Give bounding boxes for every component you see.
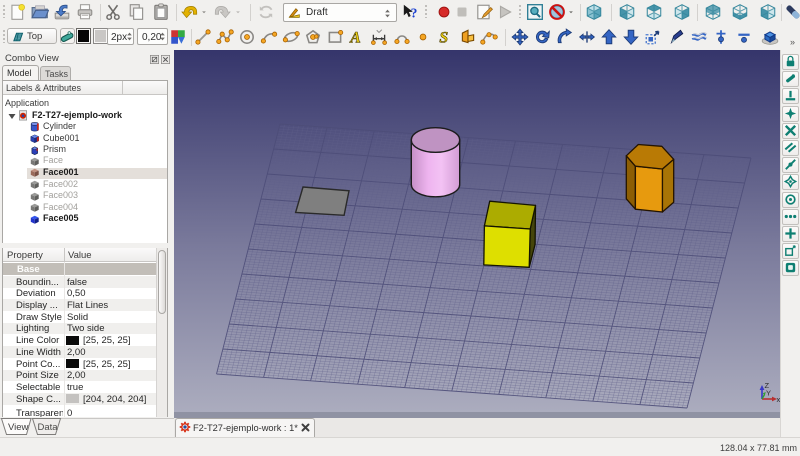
svg-text:?: ? (411, 6, 418, 21)
svg-text:S: S (439, 30, 448, 46)
svg-text:Data: Data (38, 422, 59, 433)
svg-text:View: View (8, 422, 29, 433)
svg-text:Y: Y (766, 389, 771, 398)
svg-text:A: A (349, 30, 361, 46)
